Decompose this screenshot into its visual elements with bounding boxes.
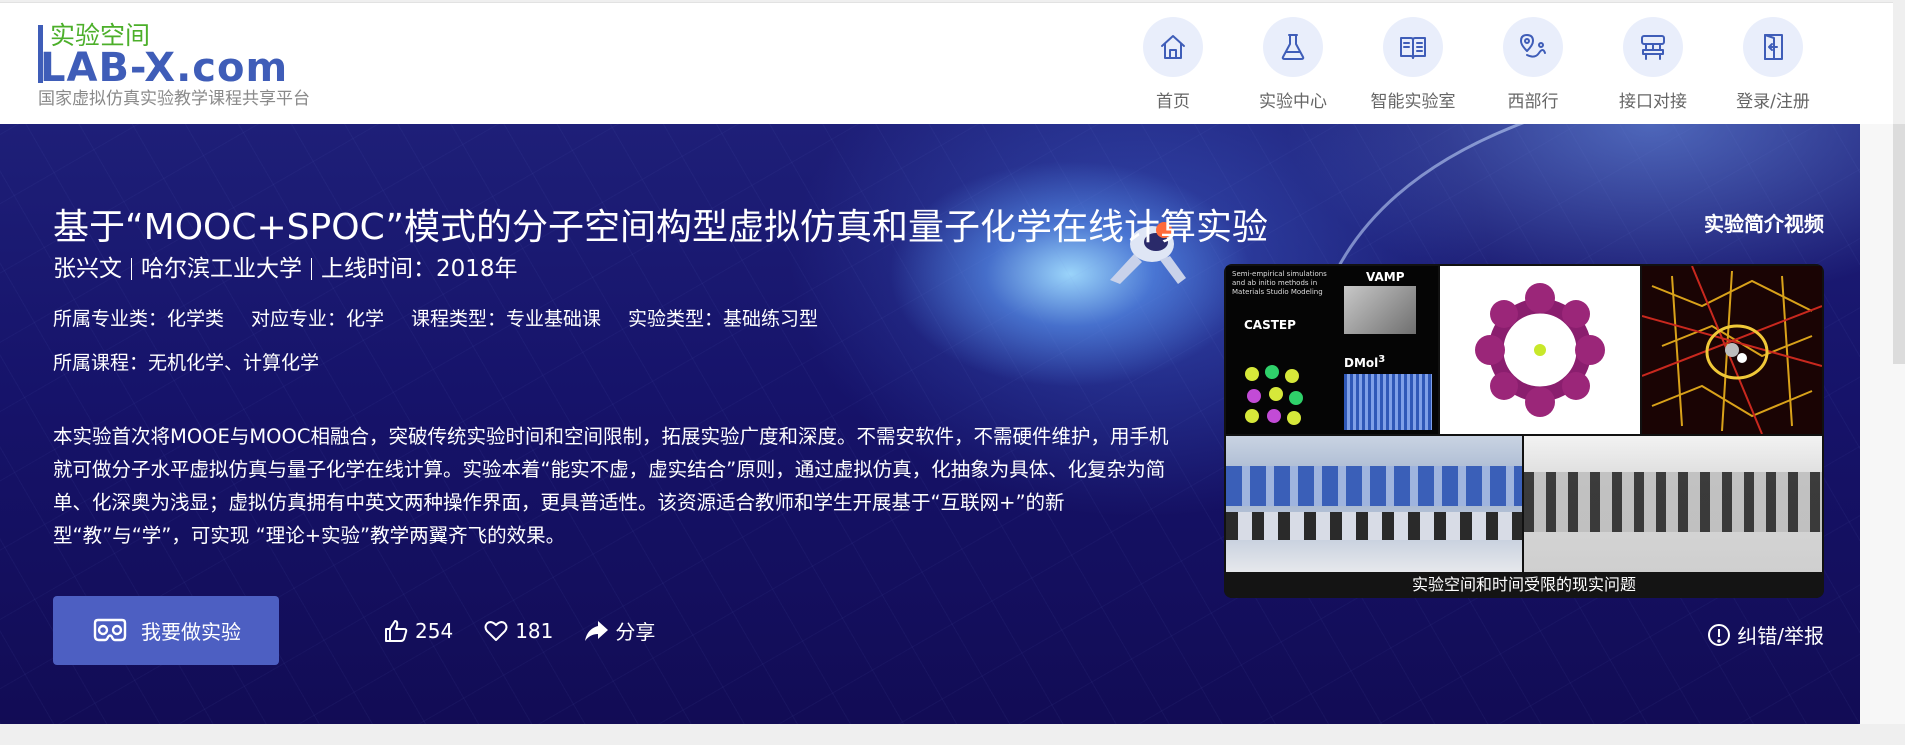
main-nav: 首页 实验中心 智能实验室 西部行 接口对接 登录/注册 [1113,17,1833,112]
video-frame-molecule [1440,266,1640,434]
book-icon [1383,17,1443,77]
experiment-type: 实验类型：基础练习型 [628,308,819,330]
vamp-label: VAMP [1366,270,1405,284]
experiment-banner: 基于“MOOC+SPOC”模式的分子空间构型虚拟仿真和量子化学在线计算实验 张兴… [0,124,1860,724]
experiment-description: 本实验首次将MOOE与MOOC相融合，突破传统实验时间和空间限制，拓展实验广度和… [53,425,1169,547]
related-courses: 所属课程：无机化学、计算化学 [53,352,320,374]
nav-item-experiment-center[interactable]: 实验中心 [1233,17,1353,112]
university-name[interactable]: 哈尔滨工业大学 [141,254,302,284]
favorite-count: 181 [515,618,554,643]
nav-label: 登录/注册 [1736,92,1810,112]
nav-label: 实验中心 [1259,92,1327,112]
author-name[interactable]: 张兴文 [53,254,122,284]
flask-icon [1263,17,1323,77]
nav-item-login[interactable]: 登录/注册 [1713,17,1833,112]
dmol-superscript: 3 [1378,354,1386,365]
route-icon [1503,17,1563,77]
thumbs-up-icon [385,619,408,642]
experiment-category-row: 所属专业类：化学类 对应专业：化学 课程类型：专业基础课 实验类型：基础练习型 [53,306,845,332]
engagement-stats: 254 181 分享 [383,616,685,645]
major-category: 所属专业类：化学类 [53,308,225,330]
meta-divider [131,258,132,280]
home-icon [1143,17,1203,77]
login-door-icon [1743,17,1803,77]
crystal-structure-image [1245,365,1303,425]
do-experiment-button[interactable]: 我要做实验 [53,596,279,665]
video-frame-framework [1642,266,1822,434]
corresponding-major: 对应专业：化学 [251,308,385,330]
intro-video-label: 实验简介视频 [1704,212,1824,236]
dmol-text: DMol [1344,356,1379,370]
nav-item-smart-lab[interactable]: 智能实验室 [1353,17,1473,112]
site-header: 实验空间 LAB-X.com 国家虚拟仿真实验教学课程共享平台 首页 实验中心 … [0,2,1893,124]
course-type: 课程类型：专业基础课 [411,308,602,330]
vr-headset-icon [93,618,127,641]
experiment-course-row: 所属课程：无机化学、计算化学 [53,350,319,376]
meta-divider [311,258,312,280]
planet-arc-decoration [1328,124,1525,284]
dmol-label: DMol3 [1344,354,1385,370]
share-label: 分享 [615,620,656,644]
classroom-seats [1226,466,1522,506]
logo-main-text[interactable]: LAB-X.com [40,48,288,88]
video-intro-text: Semi-empirical simulations and ab initio… [1232,270,1327,296]
vamp-screenshot [1344,286,1416,334]
framework-structure-image [1642,266,1822,434]
video-frame-software: Semi-empirical simulations and ab initio… [1226,266,1438,434]
scrollbar-thumb[interactable] [1893,124,1905,364]
report-error-link[interactable]: 纠错/举报 [1707,620,1824,649]
online-time: 上线时间：2018年 [321,256,518,282]
logo-subtitle: 国家虚拟仿真实验教学课程共享平台 [38,89,310,109]
exclamation-circle-icon [1708,623,1731,646]
video-caption: 实验空间和时间受限的现实问题 [1224,572,1824,598]
castep-label: CASTEP [1244,318,1296,332]
nav-label: 西部行 [1507,92,1559,112]
nav-item-west-tour[interactable]: 西部行 [1473,17,1593,112]
nav-item-interface[interactable]: 接口对接 [1593,17,1713,112]
nav-item-home[interactable]: 首页 [1113,17,1233,112]
interface-icon [1623,17,1683,77]
nav-label: 接口对接 [1619,92,1687,112]
nav-label: 智能实验室 [1370,92,1456,112]
molecule-ring-image [1475,283,1605,417]
experiment-title: 基于“MOOC+SPOC”模式的分子空间构型虚拟仿真和量子化学在线计算实验 [53,207,1269,248]
video-frame-classroom-1 [1226,436,1522,572]
do-experiment-label: 我要做实验 [141,620,241,644]
surface-model-image [1344,374,1432,430]
intro-video-player[interactable]: Semi-empirical simulations and ab initio… [1224,264,1824,598]
like-button[interactable]: 254 [383,618,453,644]
nav-label: 首页 [1156,92,1190,112]
classroom-desks [1226,512,1522,540]
video-frame-classroom-2 [1524,436,1822,572]
experiment-meta: 张兴文 哈尔滨工业大学 上线时间：2018年 [53,254,518,284]
lab-computers [1524,472,1822,532]
share-button[interactable]: 分享 [583,616,655,645]
share-arrow-icon [585,620,609,641]
favorite-button[interactable]: 181 [483,618,553,644]
heart-icon [484,620,508,641]
like-count: 254 [415,618,454,643]
report-label: 纠错/举报 [1737,624,1824,648]
